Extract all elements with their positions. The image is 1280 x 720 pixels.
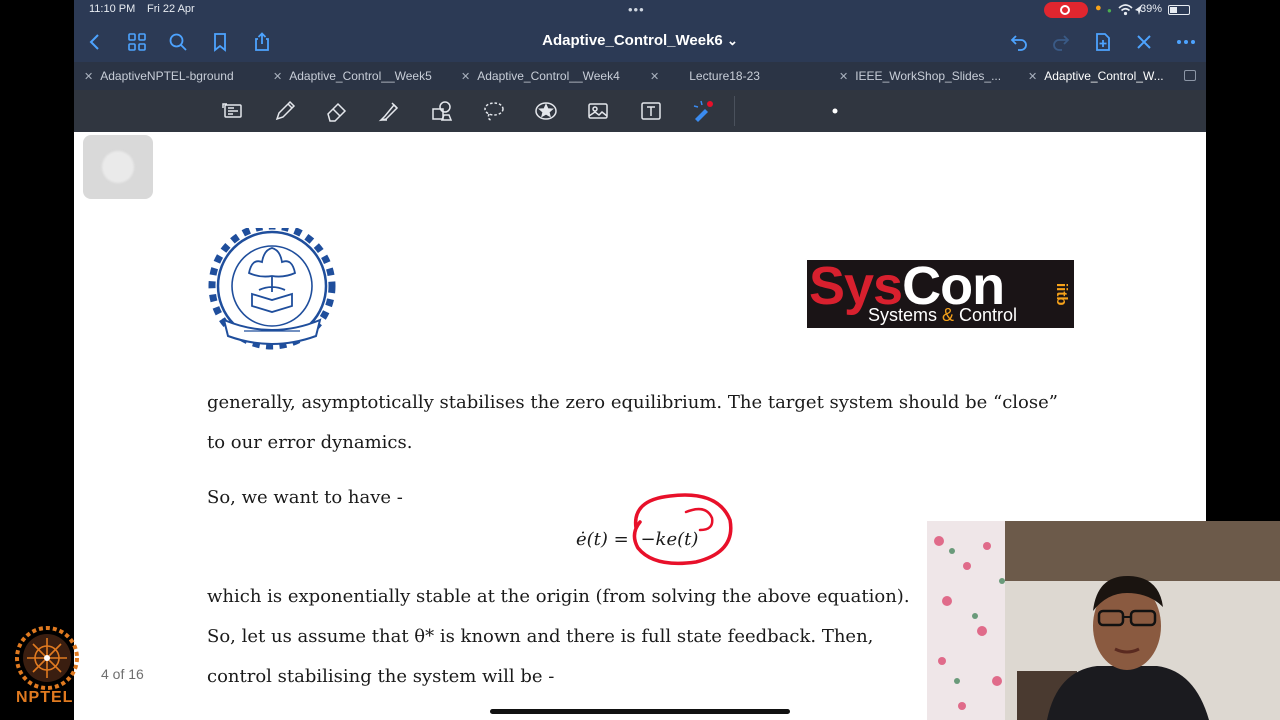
- tab-week6-active[interactable]: ✕ Adaptive_Control_W...: [1028, 62, 1164, 90]
- nptel-label: NPTEL: [16, 689, 74, 706]
- text-line-1: generally, asymptotically stabilises the…: [207, 392, 1058, 413]
- search-icon[interactable]: [166, 30, 190, 54]
- presenter-video: [927, 521, 1280, 720]
- tab-week4[interactable]: ✕ Adaptive_Control__Week4: [461, 62, 620, 90]
- tab-close-icon[interactable]: ✕: [461, 70, 470, 83]
- top-bar: 11:10 PM Fri 22 Apr ••• ● ● 39% Adaptive…: [74, 0, 1206, 62]
- text-box-icon[interactable]: [636, 97, 666, 125]
- iitb-logo: [208, 228, 336, 350]
- text-line-4: which is exponentially stable at the ori…: [207, 586, 910, 607]
- bookmark-icon[interactable]: [208, 30, 232, 54]
- toolbar-divider: [734, 96, 735, 126]
- add-page-icon[interactable]: [1091, 30, 1115, 54]
- floating-control-button[interactable]: [83, 135, 153, 199]
- text-line-5: So, let us assume that θ* is known and t…: [207, 626, 874, 647]
- document-title-bar: Adaptive_Control_Week6 ⌄: [74, 32, 1206, 49]
- syscon-tagline: Systems & Control: [868, 305, 1018, 325]
- image-icon[interactable]: [583, 97, 613, 125]
- close-edit-icon[interactable]: [1132, 30, 1156, 54]
- laser-pointer-icon[interactable]: [688, 97, 718, 125]
- status-date: Fri 22 Apr: [147, 3, 195, 15]
- screen-record-icon[interactable]: [1044, 2, 1088, 18]
- document-tabs: ✕ AdaptiveNPTEL-bground ✕ Adaptive_Contr…: [74, 62, 1206, 90]
- tab-close-icon[interactable]: ✕: [273, 70, 282, 83]
- back-icon[interactable]: [83, 30, 107, 54]
- equation-lhs: ė(t) =: [576, 529, 629, 550]
- tab-close-icon[interactable]: ✕: [839, 70, 848, 83]
- redo-icon[interactable]: [1049, 30, 1073, 54]
- more-options-icon[interactable]: [1174, 30, 1198, 54]
- syscon-logo: SysCon Systems & Control iitb: [807, 260, 1074, 328]
- text-line-3: So, we want to have -: [207, 487, 403, 508]
- share-icon[interactable]: [250, 30, 274, 54]
- page-indicator: 4 of 16: [101, 666, 144, 682]
- pen-icon[interactable]: [270, 97, 300, 125]
- undo-icon[interactable]: [1007, 30, 1031, 54]
- webcam-overlay: [927, 521, 1280, 720]
- eraser-icon[interactable]: [322, 97, 352, 125]
- text-line-2: to our error dynamics.: [207, 432, 413, 453]
- shapes-icon[interactable]: [427, 97, 457, 125]
- grid-view-icon[interactable]: [125, 30, 149, 54]
- sticker-icon[interactable]: [531, 97, 561, 125]
- green-dot-icon: ●: [1107, 6, 1112, 15]
- battery-icon: [1168, 5, 1190, 15]
- battery-percent: 39%: [1140, 3, 1163, 15]
- lasso-icon[interactable]: [479, 97, 509, 125]
- tab-close-icon[interactable]: ✕: [650, 70, 659, 83]
- multitask-dots-icon[interactable]: •••: [628, 2, 645, 17]
- tab-week5[interactable]: ✕ Adaptive_Control__Week5: [273, 62, 432, 90]
- wifi-icon: [1118, 4, 1133, 16]
- tab-overview-icon[interactable]: [1184, 70, 1196, 81]
- tab-close-icon[interactable]: ✕: [1028, 70, 1037, 83]
- document-title[interactable]: Adaptive_Control_Week6: [542, 32, 723, 49]
- syscon-iitb-mark: iitb: [1053, 282, 1070, 306]
- text-line-6: control stabilising the system will be -: [207, 666, 555, 687]
- tab-lecture18-23[interactable]: ✕ Lecture18-23: [650, 62, 760, 90]
- tab-adaptive-nptel-bground[interactable]: ✕ AdaptiveNPTEL-bground: [84, 62, 234, 90]
- red-circle-annotation: [632, 493, 733, 566]
- stroke-size-dot-icon[interactable]: [820, 97, 850, 125]
- scan-icon[interactable]: [218, 97, 248, 125]
- highlighter-icon[interactable]: [374, 97, 404, 125]
- home-indicator[interactable]: [490, 709, 790, 714]
- status-time: 11:10 PM: [89, 3, 136, 15]
- title-chevron-icon[interactable]: ⌄: [727, 33, 738, 48]
- tab-close-icon[interactable]: ✕: [84, 70, 93, 83]
- annotation-toolbar: [74, 90, 1206, 217]
- orange-dot-icon: ●: [1095, 2, 1102, 14]
- tab-ieee-workshop-slides[interactable]: ✕ IEEE_WorkShop_Slides_...: [839, 62, 1001, 90]
